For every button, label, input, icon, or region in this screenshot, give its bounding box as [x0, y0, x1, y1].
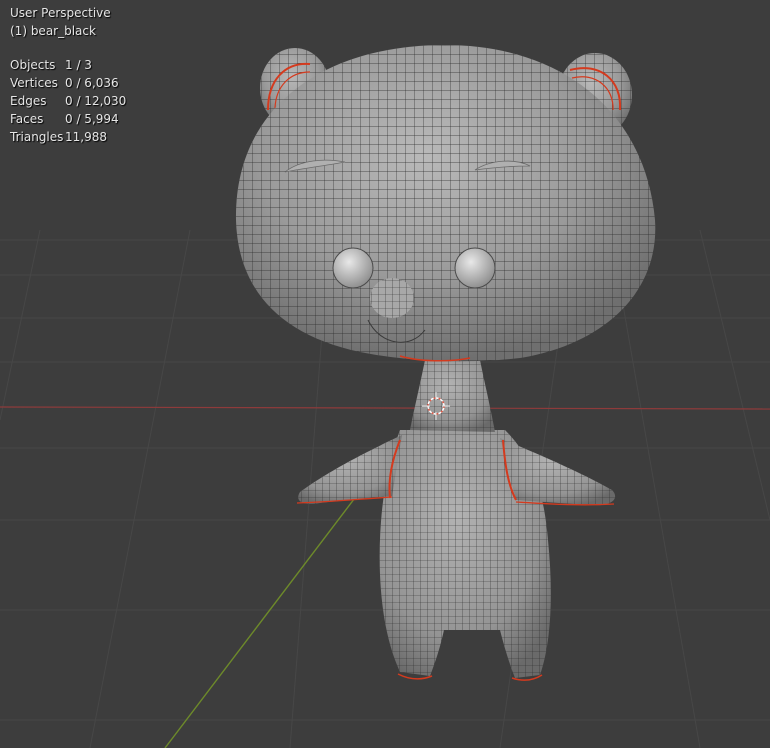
- scene-statistics: Objects 1 / 3 Vertices 0 / 6,036 Edges 0…: [10, 56, 126, 146]
- stat-value: 0 / 12,030: [65, 94, 127, 108]
- stat-label: Edges: [10, 94, 47, 108]
- viewport-info-overlay: User Perspective (1) bear_black Objects …: [10, 4, 126, 146]
- stat-value: 11,988: [65, 130, 107, 144]
- active-object-name: (1) bear_black: [10, 24, 96, 38]
- stat-value: 0 / 6,036: [65, 76, 119, 90]
- x-axis: [0, 406, 770, 410]
- stat-label: Vertices: [10, 76, 58, 90]
- stat-row-objects: Objects 1 / 3: [10, 56, 126, 74]
- stat-row-vertices: Vertices 0 / 6,036: [10, 74, 126, 92]
- view-name: User Perspective: [10, 6, 111, 20]
- bear-left-eye: [332, 247, 374, 289]
- stat-value: 0 / 5,994: [65, 112, 119, 126]
- stat-label: Faces: [10, 112, 44, 126]
- stat-row-edges: Edges 0 / 12,030: [10, 92, 126, 110]
- bear-mesh: [235, 45, 656, 681]
- bear-right-eye: [454, 247, 496, 289]
- stat-row-triangles: Triangles 11,988: [10, 128, 126, 146]
- 3d-viewport[interactable]: User Perspective (1) bear_black Objects …: [0, 0, 770, 748]
- stat-value: 1 / 3: [65, 58, 92, 72]
- stat-label: Triangles: [10, 130, 64, 144]
- stat-row-faces: Faces 0 / 5,994: [10, 110, 126, 128]
- stat-label: Objects: [10, 58, 56, 72]
